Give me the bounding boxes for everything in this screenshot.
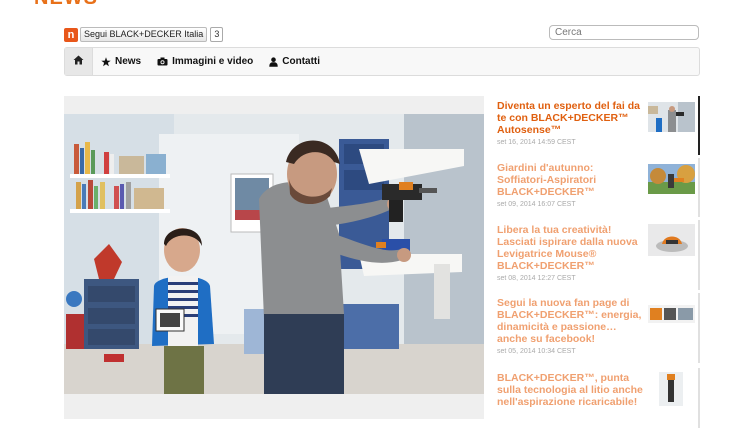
- nav-item-contacts[interactable]: Contatti: [261, 48, 328, 75]
- search-input[interactable]: [549, 25, 699, 40]
- camera-icon: [157, 57, 168, 66]
- nav-item-news[interactable]: News: [93, 48, 149, 75]
- user-icon: [269, 56, 278, 67]
- nav-home[interactable]: [65, 48, 93, 75]
- news-list: Diventa un esperto del fai da te con BLA…: [497, 96, 700, 428]
- news-item-indicator: [698, 158, 700, 217]
- news-thumbnail[interactable]: [648, 164, 695, 194]
- news-title[interactable]: Libera la tua creatività! Lasciati ispir…: [497, 224, 645, 272]
- news-thumbnail[interactable]: [648, 224, 695, 256]
- news-item[interactable]: BLACK+DECKER™, punta sulla tecnologia al…: [497, 368, 700, 428]
- nav-item-label: Contatti: [282, 56, 321, 67]
- news-item-indicator: [698, 220, 700, 290]
- news-thumbnail[interactable]: [648, 102, 695, 132]
- news-item-indicator: [698, 368, 700, 428]
- main-nav: News Immagini e video Contatti: [64, 47, 700, 76]
- news-item[interactable]: Libera la tua creatività! Lasciati ispir…: [497, 220, 700, 290]
- nav-item-label: Immagini e video: [172, 56, 254, 67]
- newsroom-logo-icon: n: [64, 27, 78, 42]
- news-item-indicator: [698, 293, 700, 363]
- news-item[interactable]: Segui la nuova fan page di BLACK+DECKER™…: [497, 293, 700, 363]
- news-item-indicator: [698, 96, 700, 155]
- follow-button[interactable]: Segui BLACK+DECKER Italia: [80, 27, 208, 42]
- nav-item-label: News: [115, 56, 142, 67]
- page-heading: NEWS: [34, 0, 98, 10]
- nav-item-media[interactable]: Immagini e video: [149, 48, 261, 75]
- hero-photo: [64, 114, 484, 394]
- news-date: set 09, 2014 16:07 CEST: [497, 201, 576, 208]
- news-item[interactable]: Giardini d'autunno: Soffiatori-Aspirator…: [497, 158, 700, 217]
- star-icon: [101, 56, 111, 67]
- news-title[interactable]: BLACK+DECKER™, punta sulla tecnologia al…: [497, 372, 645, 408]
- news-title[interactable]: Diventa un esperto del fai da te con BLA…: [497, 100, 645, 136]
- news-thumbnail[interactable]: [659, 372, 683, 406]
- news-title[interactable]: Giardini d'autunno: Soffiatori-Aspirator…: [497, 162, 645, 198]
- news-thumbnail[interactable]: [648, 305, 695, 323]
- follow-widget: n Segui BLACK+DECKER Italia 3: [64, 27, 224, 42]
- news-date: set 05, 2014 10:34 CEST: [497, 348, 576, 355]
- follow-count: 3: [210, 27, 224, 42]
- hero-image[interactable]: [64, 96, 484, 419]
- news-title[interactable]: Segui la nuova fan page di BLACK+DECKER™…: [497, 297, 645, 345]
- news-item[interactable]: Diventa un esperto del fai da te con BLA…: [497, 96, 700, 155]
- news-date: set 16, 2014 14:59 CEST: [497, 139, 576, 146]
- news-date: set 08, 2014 12:27 CEST: [497, 275, 576, 282]
- home-icon: [73, 55, 84, 68]
